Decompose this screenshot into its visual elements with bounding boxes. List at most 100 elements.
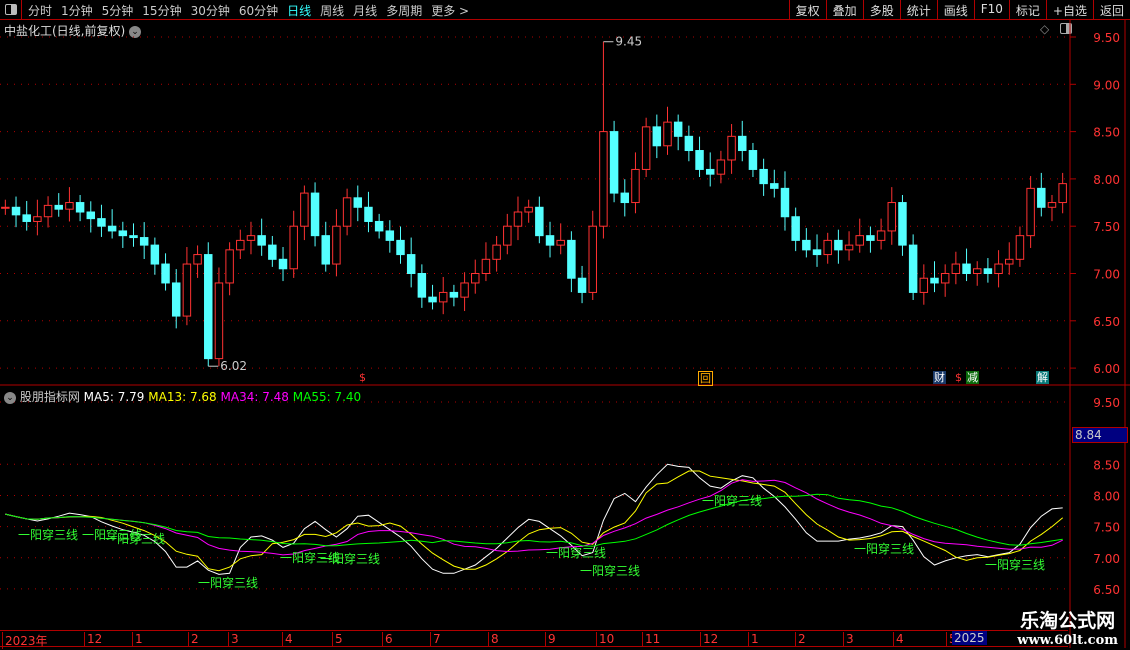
date-label: 8 bbox=[488, 632, 499, 646]
price-tick-label: 7.00 bbox=[1093, 268, 1120, 282]
marker-s[interactable]: $ bbox=[954, 371, 963, 384]
date-label: 4 bbox=[893, 632, 904, 646]
signal-label: 一阳穿三线 bbox=[702, 494, 763, 508]
price-tick-label: 9.50 bbox=[1093, 31, 1120, 45]
candle-body bbox=[54, 204, 63, 210]
candle-body bbox=[951, 263, 961, 275]
candle-body bbox=[33, 216, 42, 222]
candle-body bbox=[791, 216, 800, 241]
candle-body bbox=[268, 244, 277, 260]
candle-body bbox=[556, 239, 565, 246]
candle-body bbox=[940, 273, 950, 284]
marker-jian[interactable]: 减 bbox=[966, 371, 979, 384]
candle-body bbox=[310, 192, 320, 237]
candle-body bbox=[75, 202, 85, 213]
candle-body bbox=[300, 192, 309, 227]
date-label: 7 bbox=[430, 632, 441, 646]
candle-body bbox=[1026, 187, 1035, 237]
candle-body bbox=[834, 239, 843, 251]
price-tick-label: 8.50 bbox=[1093, 126, 1120, 140]
year-label: 2025 bbox=[952, 631, 987, 645]
candle-body bbox=[204, 254, 213, 360]
candle-body bbox=[759, 168, 768, 185]
marker-jie[interactable]: 解 bbox=[1036, 371, 1049, 384]
candle-body bbox=[289, 225, 298, 270]
candle-body bbox=[898, 202, 907, 246]
date-label: 12 bbox=[700, 632, 718, 646]
indicator-legend: ⌄ 股朋指标网 MA5: 7.79 MA13: 7.68 MA34: 7.48 … bbox=[4, 388, 361, 405]
candle-body bbox=[652, 126, 662, 147]
signal-label: 一阳穿三线 bbox=[320, 552, 381, 566]
candle-body bbox=[364, 206, 373, 222]
candle-body bbox=[171, 282, 181, 317]
candle-body bbox=[471, 273, 480, 284]
candle-body bbox=[65, 202, 74, 210]
candle-body bbox=[844, 244, 854, 251]
candle-body bbox=[107, 225, 117, 232]
candle-body bbox=[705, 168, 715, 175]
candle-body bbox=[193, 254, 202, 265]
chevron-down-icon[interactable]: ⌄ bbox=[4, 391, 16, 404]
candle-body bbox=[641, 126, 651, 170]
candle-body bbox=[855, 235, 864, 246]
signal-label: 一阳穿三线 bbox=[985, 558, 1046, 572]
signal-label: 一阳穿三线 bbox=[105, 532, 166, 546]
date-label: 3 bbox=[843, 632, 854, 646]
candle-body bbox=[246, 235, 256, 241]
candle-body bbox=[1037, 187, 1046, 208]
candle-body bbox=[876, 230, 886, 241]
watermark: 乐淘公式网 www.60lt.com bbox=[1017, 610, 1118, 648]
candle-body bbox=[406, 254, 416, 275]
cursor-value: 8.84 bbox=[1072, 427, 1128, 443]
candle-body bbox=[684, 135, 694, 152]
candle-body bbox=[1015, 235, 1025, 260]
candle-body bbox=[11, 206, 21, 216]
candle-body bbox=[225, 249, 234, 284]
date-label: 2 bbox=[188, 632, 199, 646]
candle-body bbox=[1047, 202, 1057, 208]
candle-body bbox=[535, 206, 544, 237]
candle-body bbox=[620, 192, 630, 204]
date-label: 4 bbox=[282, 632, 293, 646]
marker-hui[interactable]: 回 bbox=[698, 371, 713, 386]
ma34-value: MA34: 7.48 bbox=[220, 390, 289, 404]
date-label: 2 bbox=[795, 632, 806, 646]
ma5-value: MA5: 7.79 bbox=[83, 390, 145, 404]
candle-body bbox=[438, 291, 448, 303]
candle-body bbox=[86, 211, 96, 220]
candle-body bbox=[513, 211, 523, 227]
candle-body bbox=[374, 220, 384, 232]
candle-body bbox=[139, 237, 149, 246]
candle-body bbox=[278, 258, 288, 270]
candle-body bbox=[396, 239, 405, 256]
candle-body bbox=[385, 230, 395, 241]
candle-body bbox=[417, 273, 427, 298]
candle-body bbox=[428, 296, 437, 303]
candle-body bbox=[342, 197, 352, 227]
date-label: 2023年 bbox=[2, 632, 48, 649]
candle-body bbox=[716, 159, 726, 175]
candle-body bbox=[236, 239, 245, 251]
candle-body bbox=[182, 263, 192, 317]
candle-body bbox=[161, 263, 170, 284]
candle-body bbox=[150, 244, 160, 265]
candle-body bbox=[609, 131, 619, 194]
candle-body bbox=[118, 230, 128, 237]
candle-body bbox=[727, 135, 736, 161]
candle-body bbox=[599, 131, 608, 227]
date-label: 11 bbox=[642, 632, 660, 646]
candle-body bbox=[695, 150, 704, 170]
marker-s[interactable]: $ bbox=[358, 371, 367, 384]
signal-label: 一阳穿三线 bbox=[580, 564, 641, 578]
indicator-tick-label: 9.50 bbox=[1093, 396, 1120, 410]
candle-body bbox=[545, 235, 555, 246]
candle-body bbox=[567, 239, 576, 279]
candle-body bbox=[866, 235, 875, 241]
indicator-tick-label: 6.50 bbox=[1093, 583, 1120, 597]
candle-body bbox=[214, 282, 224, 360]
candle-body bbox=[738, 135, 747, 152]
marker-cai[interactable]: 财 bbox=[933, 371, 946, 384]
candle-body bbox=[449, 291, 459, 298]
candle-body bbox=[492, 244, 501, 260]
price-tick-label: 7.50 bbox=[1093, 220, 1120, 234]
